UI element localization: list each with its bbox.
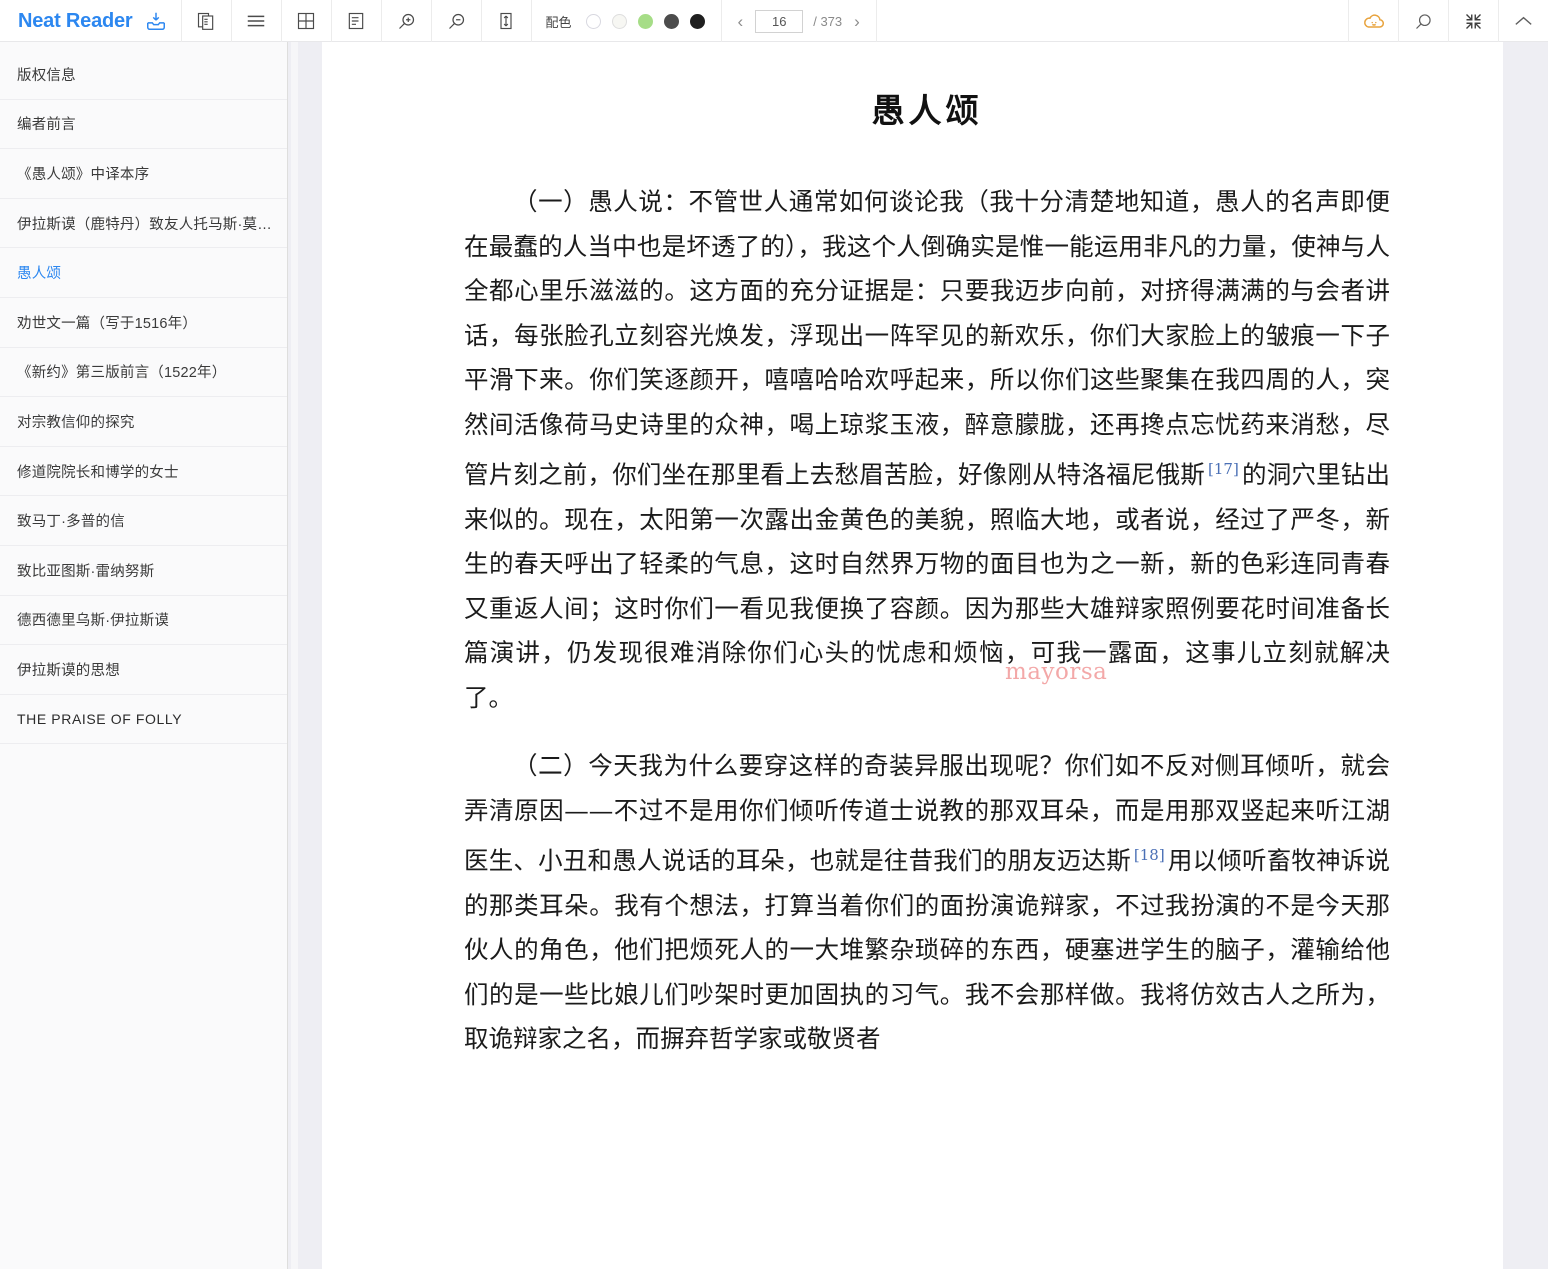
sidebar-scroll-track[interactable] (291, 42, 298, 1269)
sidebar-item-9[interactable]: 致马丁·多普的信 (0, 496, 287, 546)
search-icon[interactable] (1398, 0, 1448, 42)
sidebar-page-divider (287, 42, 322, 1269)
pager-group: ‹ / 373 › (722, 0, 877, 42)
color-palette-group: 配色 (532, 0, 722, 42)
sidebar-item-1[interactable]: 编者前言 (0, 100, 287, 150)
paragraph-2-text-b: 用以倾听畜牧神诉说的那类耳朵。我有个想法，打算当着你们的面扮演诡辩家，不过我扮演… (464, 846, 1391, 1054)
paragraph-1-text-a: （一）愚人说：不管世人通常如何谈论我（我十分清楚地知道，愚人的名声即便在最蠢的人… (464, 187, 1390, 490)
zoom-out-icon[interactable] (432, 0, 482, 42)
paragraph-1: （一）愚人说：不管世人通常如何谈论我（我十分清楚地知道，愚人的名声即便在最蠢的人… (464, 180, 1390, 720)
sidebar-item-4-active[interactable]: 愚人颂 (0, 248, 287, 298)
top-toolbar: Neat Reader 配色 ‹ 16 / 373 › (0, 0, 1548, 42)
next-page-button[interactable]: › (852, 13, 862, 30)
sidebar-item-6[interactable]: 《新约》第三版前言（1522年） (0, 348, 287, 398)
swatch-black[interactable] (689, 13, 705, 29)
zoom-in-icon[interactable] (382, 0, 432, 42)
sidebar-item-3[interactable]: 伊拉斯谟（鹿特丹）致友人托马斯·莫… (0, 199, 287, 249)
cloud-sync-icon[interactable] (1348, 0, 1398, 42)
sidebar-item-10[interactable]: 致比亚图斯·雷纳努斯 (0, 546, 287, 596)
copy-pages-icon[interactable] (182, 0, 232, 42)
swatch-paper[interactable] (611, 13, 627, 29)
list-lines-icon[interactable] (232, 0, 282, 42)
sidebar-item-8[interactable]: 修道院院长和博学的女士 (0, 447, 287, 497)
line-height-icon[interactable] (482, 0, 532, 42)
brand-name: Neat Reader (18, 9, 133, 32)
toolbar-right-group (1348, 0, 1548, 42)
sidebar-item-13[interactable]: THE PRAISE OF FOLLY (0, 695, 287, 745)
grid-icon[interactable] (282, 0, 332, 42)
collapse-up-icon[interactable] (1498, 0, 1548, 42)
swatch-green[interactable] (637, 13, 653, 29)
paragraph-1-text-b: 的洞穴里钻出来似的。现在，太阳第一次露出金黄色的美貌，照临大地，或者说，经过了严… (464, 460, 1390, 712)
page-total-label: / 373 (813, 13, 843, 29)
download-box-icon[interactable] (145, 10, 167, 32)
table-of-contents-sidebar[interactable]: 版权信息 编者前言 《愚人颂》中译本序 伊拉斯谟（鹿特丹）致友人托马斯·莫… 愚… (0, 42, 287, 1269)
brand-logo[interactable]: Neat Reader (0, 0, 182, 42)
palette-label: 配色 (545, 14, 572, 30)
prev-page-button[interactable]: ‹ (736, 13, 746, 30)
document-outline-icon[interactable] (332, 0, 382, 42)
page-number-input[interactable] (755, 9, 804, 33)
paragraph-2: （二）今天我为什么要穿这样的奇装异服出现呢？你们如不反对侧耳倾听，就会弄清原因—… (464, 744, 1390, 1062)
sidebar-item-7[interactable]: 对宗教信仰的探究 (0, 397, 287, 447)
sidebar-item-12[interactable]: 伊拉斯谟的思想 (0, 645, 287, 695)
sidebar-item-11[interactable]: 德西德里乌斯·伊拉斯谟 (0, 596, 287, 646)
right-gutter (1503, 42, 1548, 1269)
swatch-dark-gray[interactable] (663, 13, 679, 29)
swatch-white[interactable] (585, 13, 601, 29)
footnote-ref-17[interactable]: [17] (1205, 460, 1242, 478)
sidebar-item-2[interactable]: 《愚人颂》中译本序 (0, 149, 287, 199)
reader-page: 愚人颂 （一）愚人说：不管世人通常如何谈论我（我十分清楚地知道，愚人的名声即便在… (322, 42, 1503, 1269)
sidebar-item-0[interactable]: 版权信息 (0, 50, 287, 100)
footnote-ref-18[interactable]: [18] (1131, 846, 1168, 864)
page-title: 愚人颂 (871, 91, 983, 130)
sidebar-item-5[interactable]: 劝世文一篇（写于1516年） (0, 298, 287, 348)
compress-icon[interactable] (1448, 0, 1498, 42)
